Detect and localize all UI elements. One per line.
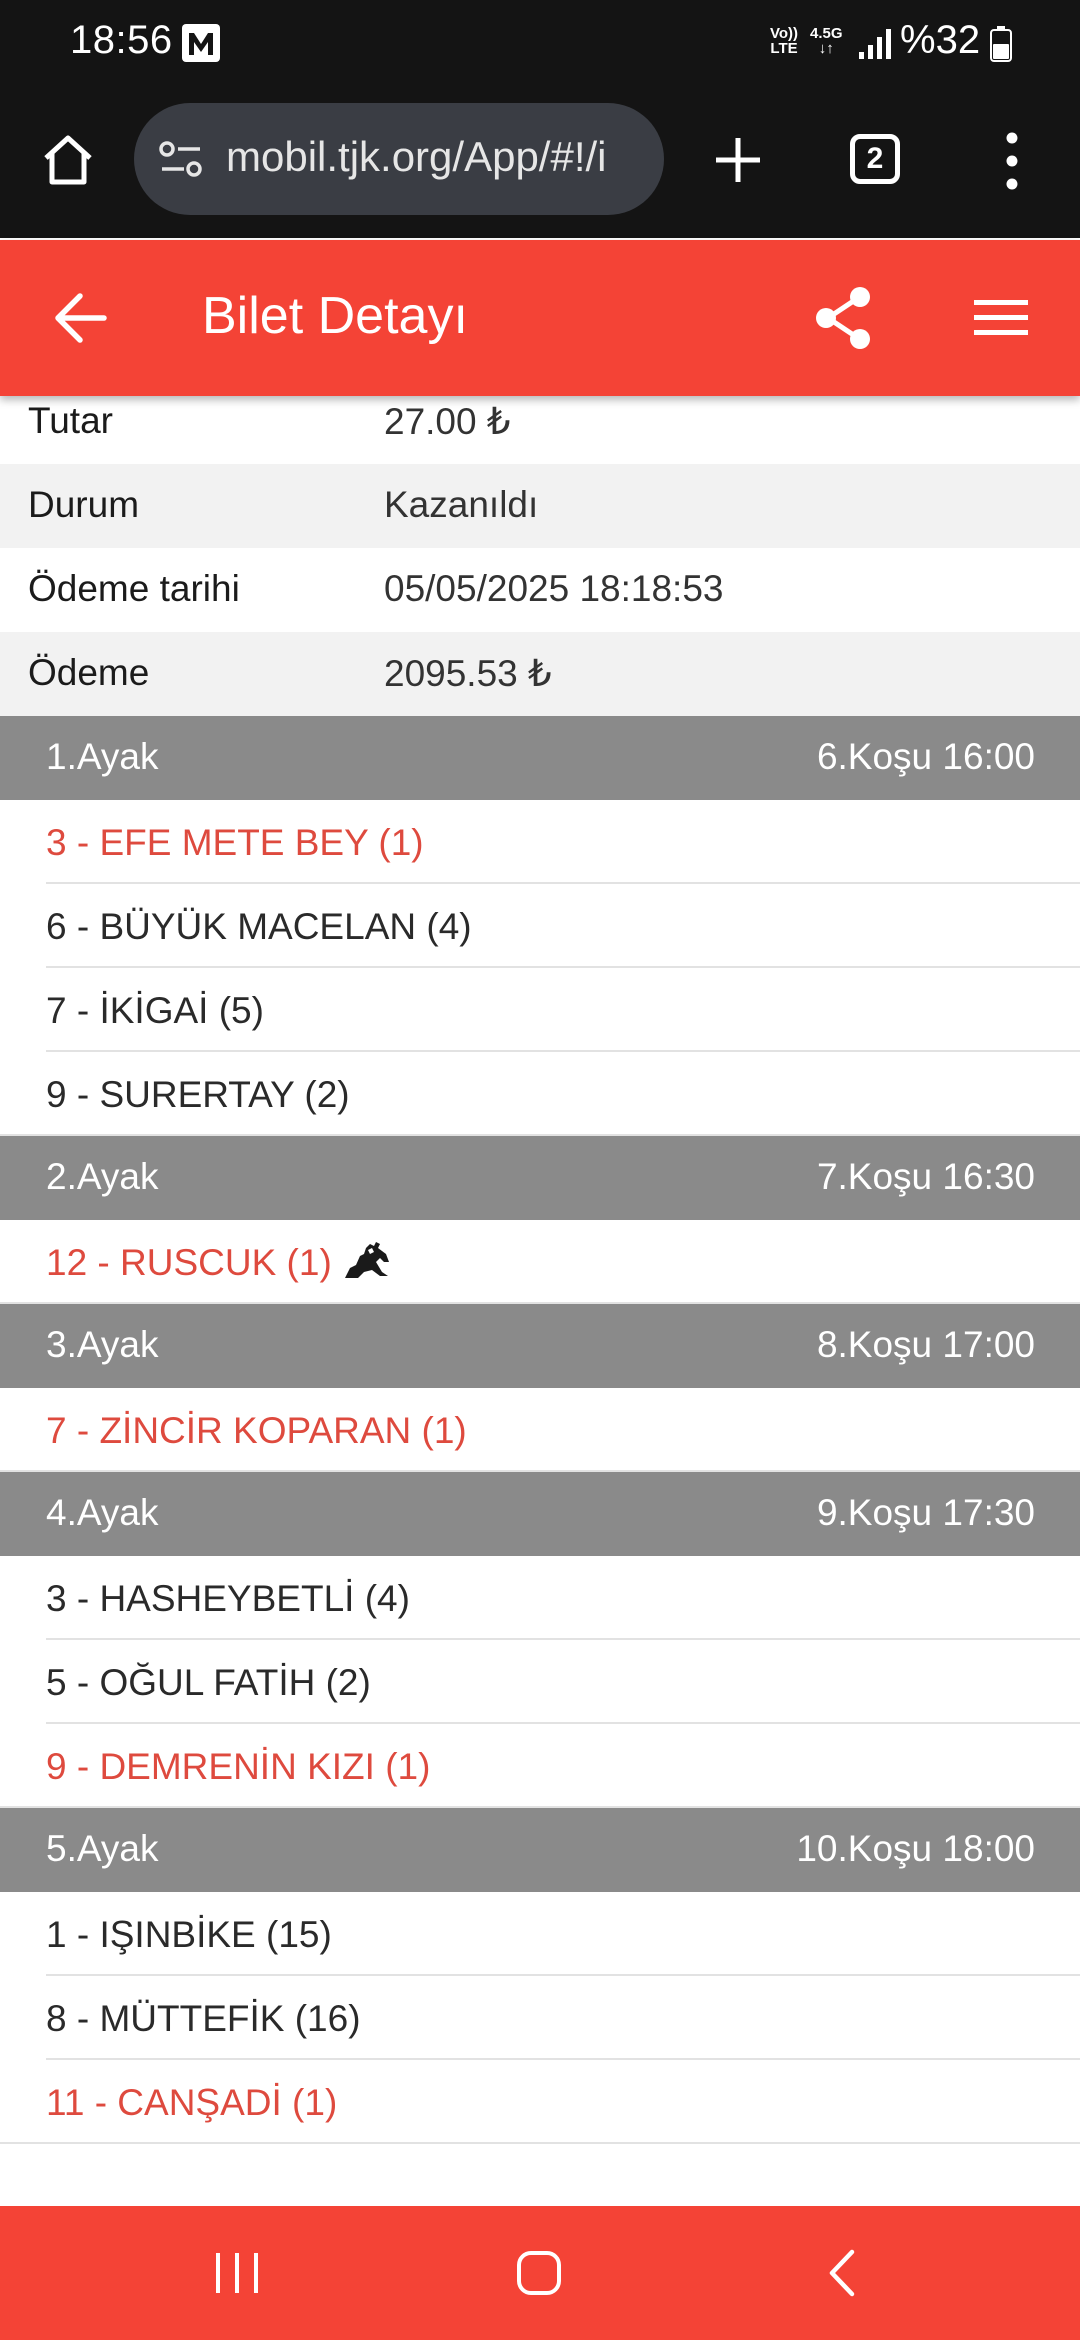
gmail-m-icon bbox=[182, 24, 220, 62]
leg-header-5: 5.Ayak 10.Koşu 18:00 bbox=[0, 1808, 1080, 1892]
horse-row[interactable]: 7 - İKİGAİ (5) bbox=[0, 968, 1080, 1052]
volte-top-text: Vo)) bbox=[770, 25, 799, 42]
leg-name: 2.Ayak bbox=[46, 1156, 159, 1197]
url-text[interactable]: mobil.tjk.org/App/#!/i bbox=[226, 133, 646, 181]
horse-jockey-icon bbox=[342, 1238, 392, 1293]
signal-icon bbox=[858, 28, 892, 65]
info-label-status: Durum bbox=[28, 484, 140, 525]
ticket-detail-content: Tutar 27.00 ₺ Durum Kazanıldı Ödeme tari… bbox=[0, 380, 1080, 2144]
info-value-payment: 2095.53 ₺ bbox=[384, 653, 552, 694]
info-label-amount: Tutar bbox=[28, 400, 113, 441]
leg-race-time: 7.Koşu 16:30 bbox=[816, 1156, 1035, 1197]
horse-row[interactable]: 12 - RUSCUK (1) bbox=[0, 1220, 1080, 1304]
network-top-text: 4.5G bbox=[810, 25, 843, 42]
leg-header-4: 4.Ayak 9.Koşu 17:30 bbox=[0, 1472, 1080, 1556]
horse-row[interactable]: 8 - MÜTTEFİK (16) bbox=[0, 1976, 1080, 2060]
leg-name: 4.Ayak bbox=[46, 1492, 159, 1533]
app-header: Bilet Detayı bbox=[0, 240, 1080, 396]
battery-icon bbox=[990, 26, 1012, 67]
network-bottom-text: ↓↑ bbox=[818, 40, 834, 57]
info-value-amount: 27.00 ₺ bbox=[384, 401, 511, 442]
horse-name: 7 - ZİNCİR KOPARAN (1) bbox=[46, 1410, 467, 1451]
horse-row[interactable]: 9 - DEMRENİN KIZI (1) bbox=[0, 1724, 1080, 1808]
page-title: Bilet Detayı bbox=[202, 287, 468, 345]
horse-row[interactable]: 11 - CANŞADİ (1) bbox=[0, 2060, 1080, 2144]
system-nav-bar bbox=[0, 2206, 1080, 2340]
back-chevron-icon[interactable] bbox=[822, 2246, 862, 2300]
horse-name: 5 - OĞUL FATİH (2) bbox=[46, 1662, 371, 1703]
plus-icon[interactable] bbox=[708, 130, 768, 190]
leg-header-1: 1.Ayak 6.Koşu 16:00 bbox=[0, 716, 1080, 800]
browser-toolbar: mobil.tjk.org/App/#!/i 2 bbox=[0, 86, 1080, 238]
horse-name: 1 - IŞINBİKE (15) bbox=[46, 1914, 332, 1955]
status-time: 18:56 bbox=[70, 18, 173, 62]
ticket-info-row: Ödeme tarihi 05/05/2025 18:18:53 bbox=[0, 548, 1080, 632]
home-circle-icon[interactable] bbox=[514, 2246, 564, 2300]
share-icon[interactable] bbox=[810, 284, 878, 352]
leg-race-time: 8.Koşu 17:00 bbox=[816, 1324, 1035, 1365]
status-bar: 18:56 Vo)) LTE 4.5G ↓↑ %32 bbox=[0, 0, 1080, 86]
horse-name: 9 - DEMRENİN KIZI (1) bbox=[46, 1746, 431, 1787]
leg-name: 1.Ayak bbox=[46, 736, 159, 777]
tabs-icon[interactable]: 2 bbox=[850, 134, 900, 184]
site-settings-icon[interactable] bbox=[158, 139, 204, 184]
info-value-payment-date: 05/05/2025 18:18:53 bbox=[384, 568, 724, 609]
horse-row[interactable]: 6 - BÜYÜK MACELAN (4) bbox=[0, 884, 1080, 968]
volte-icon: Vo)) LTE bbox=[770, 26, 798, 56]
horse-name: 6 - BÜYÜK MACELAN (4) bbox=[46, 906, 472, 947]
horse-row[interactable]: 3 - EFE METE BEY (1) bbox=[0, 800, 1080, 884]
ticket-info-row: Durum Kazanıldı bbox=[0, 464, 1080, 548]
home-icon[interactable] bbox=[38, 130, 98, 190]
leg-header-3: 3.Ayak 8.Koşu 17:00 bbox=[0, 1304, 1080, 1388]
horse-name: 11 - CANŞADİ (1) bbox=[46, 2082, 338, 2123]
horse-row[interactable]: 9 - SURERTAY (2) bbox=[0, 1052, 1080, 1136]
info-value-status: Kazanıldı bbox=[384, 484, 539, 525]
leg-header-2: 2.Ayak 7.Koşu 16:30 bbox=[0, 1136, 1080, 1220]
horse-row[interactable]: 7 - ZİNCİR KOPARAN (1) bbox=[0, 1388, 1080, 1472]
network-type-icon: 4.5G ↓↑ bbox=[810, 26, 843, 56]
horse-row[interactable]: 3 - HASHEYBETLİ (4) bbox=[0, 1556, 1080, 1640]
horse-name: 7 - İKİGAİ (5) bbox=[46, 990, 264, 1031]
menu-icon[interactable] bbox=[972, 292, 1030, 344]
horse-row[interactable]: 5 - OĞUL FATİH (2) bbox=[0, 1640, 1080, 1724]
volte-bottom-text: LTE bbox=[770, 40, 798, 57]
info-label-payment: Ödeme bbox=[28, 652, 150, 693]
horse-name: 8 - MÜTTEFİK (16) bbox=[46, 1998, 361, 2039]
leg-race-time: 9.Koşu 17:30 bbox=[816, 1492, 1035, 1533]
horse-name: 3 - HASHEYBETLİ (4) bbox=[46, 1578, 410, 1619]
address-bar[interactable]: mobil.tjk.org/App/#!/i bbox=[134, 103, 664, 215]
recents-icon[interactable] bbox=[210, 2250, 264, 2296]
leg-race-time: 10.Koşu 18:00 bbox=[796, 1828, 1035, 1869]
horse-name: 9 - SURERTAY (2) bbox=[46, 1074, 350, 1115]
horse-row[interactable]: 1 - IŞINBİKE (15) bbox=[0, 1892, 1080, 1976]
leg-name: 3.Ayak bbox=[46, 1324, 159, 1365]
arrow-back-icon[interactable] bbox=[50, 288, 110, 348]
battery-percent: %32 bbox=[900, 18, 981, 62]
horse-name: 12 - RUSCUK (1) bbox=[46, 1242, 332, 1283]
ticket-info-row: Ödeme 2095.53 ₺ bbox=[0, 632, 1080, 716]
leg-race-time: 6.Koşu 16:00 bbox=[816, 736, 1035, 777]
info-label-payment-date: Ödeme tarihi bbox=[28, 568, 240, 609]
more-vert-icon[interactable] bbox=[990, 128, 1034, 194]
leg-name: 5.Ayak bbox=[46, 1828, 159, 1869]
horse-name: 3 - EFE METE BEY (1) bbox=[46, 822, 424, 863]
